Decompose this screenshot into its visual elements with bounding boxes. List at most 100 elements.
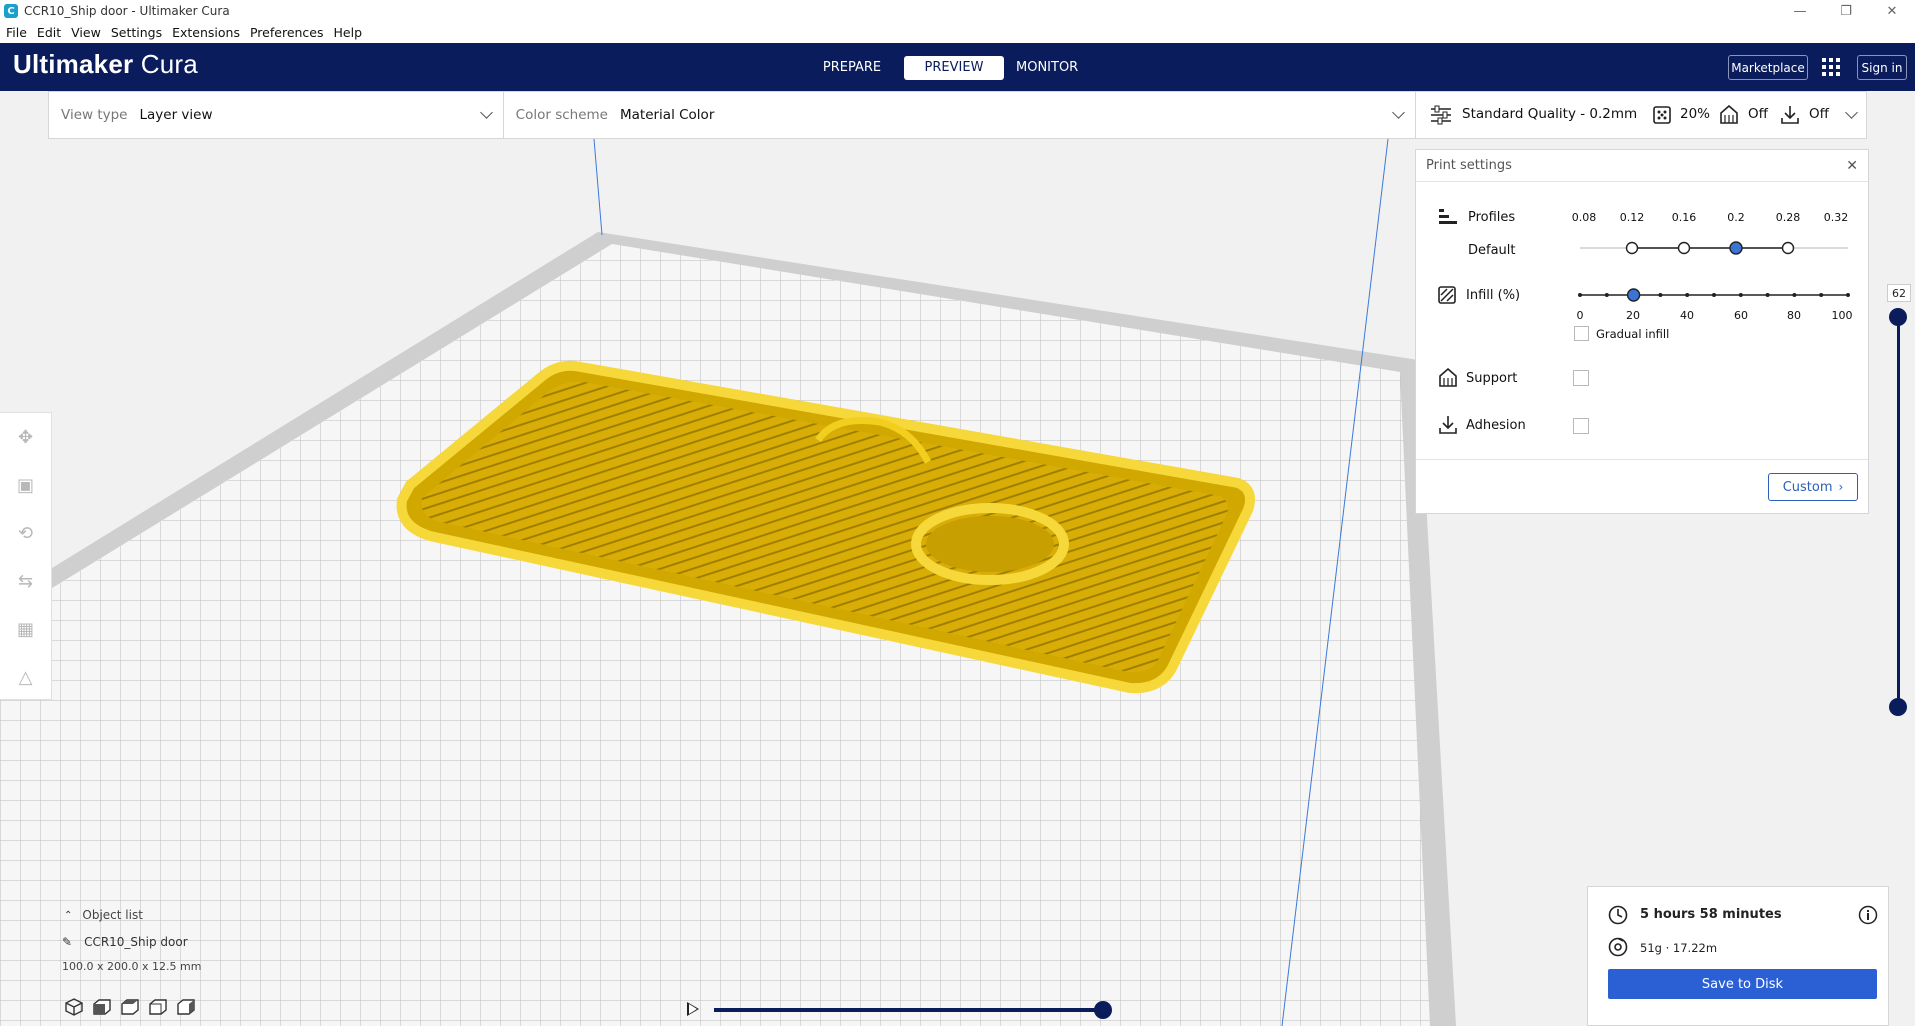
support-icon [1439,368,1457,387]
infill-icon [1653,106,1671,124]
adhesion-label: Adhesion [1466,418,1526,433]
rotate-tool-icon[interactable]: ⟲ [0,509,51,557]
edit-pencil-icon[interactable]: ✎ [62,935,72,949]
adhesion-icon [1781,106,1799,124]
menu-file[interactable]: File [2,25,31,40]
view-type-select[interactable]: View type Layer view [49,92,504,138]
window-title: CCR10_Ship door - Ultimaker Cura [24,4,230,18]
tab-prepare[interactable]: PREPARE [808,56,896,80]
print-settings-panel: Print settings ✕ Profiles Default 0.08 0… [1415,149,1869,514]
support-blocker-icon[interactable]: △ [0,653,51,701]
infill-tick: 100 [1831,309,1853,322]
mirror-tool-icon[interactable]: ⇆ [0,557,51,605]
layer-height-tick: 0.12 [1619,211,1645,224]
layer-height-tick: 0.08 [1571,211,1597,224]
object-list-label: Object list [82,908,143,922]
object-dimensions: 100.0 x 200.0 x 12.5 mm [62,960,202,973]
infill-value: 20% [1680,106,1711,122]
object-info: ⌃ Object list ✎ CCR10_Ship door 100.0 x … [62,908,201,973]
minimize-icon[interactable]: — [1777,0,1823,22]
left-toolbar: ✥ ▣ ⟲ ⇆ ▦ △ [0,412,52,700]
app-logo: Ultimaker Cura [13,49,198,80]
tab-monitor[interactable]: MONITOR [1016,56,1078,80]
gradual-infill-label: Gradual infill [1596,327,1670,341]
window-titlebar: C CCR10_Ship door - Ultimaker Cura — ❐ ✕ [0,0,1915,22]
color-scheme-label: Color scheme [515,107,608,123]
view-left-icon[interactable] [148,997,168,1017]
layer-slider-bottom-handle[interactable] [1889,698,1907,716]
infill-slider[interactable] [1576,284,1852,306]
object-name: CCR10_Ship door [84,935,188,949]
logo-bold: Ultimaker [13,49,134,79]
layer-height-tick: 0.2 [1727,211,1745,224]
adhesion-checkbox[interactable] [1573,418,1589,434]
layer-number-input[interactable]: 62 [1887,284,1911,302]
tab-preview[interactable]: PREVIEW [904,56,1004,80]
apps-grid-icon[interactable] [1822,58,1840,76]
color-scheme-value: Material Color [619,107,715,123]
infill-tick: 20 [1626,309,1640,322]
simulation-slider-track[interactable] [714,1008,1106,1012]
support-checkbox[interactable] [1573,370,1589,386]
layer-slider-track[interactable] [1897,317,1900,707]
chevron-right-icon: › [1838,480,1844,494]
print-settings-summary[interactable]: Standard Quality - 0.2mm 20% Off Off [1415,91,1867,139]
view-3d-icon[interactable] [64,997,84,1017]
quality-sliders-icon [1431,105,1451,125]
close-icon[interactable]: ✕ [1846,158,1858,174]
view-type-label: View type [61,107,128,123]
color-scheme-select[interactable]: Color scheme Material Color [504,92,1415,138]
menu-extensions[interactable]: Extensions [168,25,244,40]
print-time: 5 hours 58 minutes [1640,907,1782,922]
info-icon[interactable] [1858,905,1878,925]
chevron-down-icon [479,106,493,119]
panel-divider [1416,459,1868,460]
stage-tabs: PREPARE PREVIEW MONITOR [808,56,1078,80]
close-icon[interactable]: ✕ [1869,0,1915,22]
menu-bar: File Edit View Settings Extensions Prefe… [0,22,1915,43]
quality-value: Standard Quality - 0.2mm [1462,106,1638,122]
layer-height-tick: 0.28 [1775,211,1801,224]
infill-tick: 60 [1734,309,1748,322]
view-right-icon[interactable] [176,997,196,1017]
marketplace-button[interactable]: Marketplace [1728,55,1808,80]
print-settings-header: Print settings ✕ [1416,150,1868,182]
print-settings-title: Print settings [1426,158,1512,173]
infill-tick: 40 [1680,309,1694,322]
infill-label: Infill (%) [1466,288,1521,303]
build-volume-edge [593,138,603,236]
object-list-toggle[interactable]: ⌃ Object list [64,908,201,922]
camera-view-buttons [64,997,196,1017]
chevron-up-icon: ⌃ [64,909,73,921]
menu-preferences[interactable]: Preferences [246,25,328,40]
custom-button-label: Custom [1782,479,1833,495]
cura-app-icon: C [4,4,18,18]
support-label: Support [1466,371,1518,386]
scale-tool-icon[interactable]: ▣ [0,461,51,509]
play-icon[interactable] [687,1002,699,1016]
profile-slider[interactable] [1576,238,1852,258]
view-front-icon[interactable] [92,997,112,1017]
move-tool-icon[interactable]: ✥ [0,413,51,461]
chevron-down-icon [1845,106,1858,119]
menu-help[interactable]: Help [330,25,367,40]
build-plate-grid [0,244,1430,1026]
save-to-disk-button[interactable]: Save to Disk [1608,969,1877,999]
restore-icon[interactable]: ❐ [1823,0,1869,22]
sign-in-button[interactable]: Sign in [1857,55,1907,80]
gradual-infill-checkbox[interactable] [1574,326,1589,341]
support-value: Off [1748,106,1768,122]
profiles-label: Profiles [1468,210,1516,225]
simulation-slider-handle[interactable] [1094,1001,1112,1019]
window-controls: — ❐ ✕ [1777,0,1915,22]
infill-tick: 80 [1787,309,1801,322]
menu-view[interactable]: View [67,25,105,40]
layer-height-tick: 0.16 [1671,211,1697,224]
layer-slider-top-handle[interactable] [1889,308,1907,326]
custom-button[interactable]: Custom › [1768,473,1858,501]
view-options-bar: View type Layer view Color scheme Materi… [48,91,1416,139]
per-model-settings-icon[interactable]: ▦ [0,605,51,653]
view-top-icon[interactable] [120,997,140,1017]
menu-settings[interactable]: Settings [107,25,166,40]
menu-edit[interactable]: Edit [33,25,65,40]
